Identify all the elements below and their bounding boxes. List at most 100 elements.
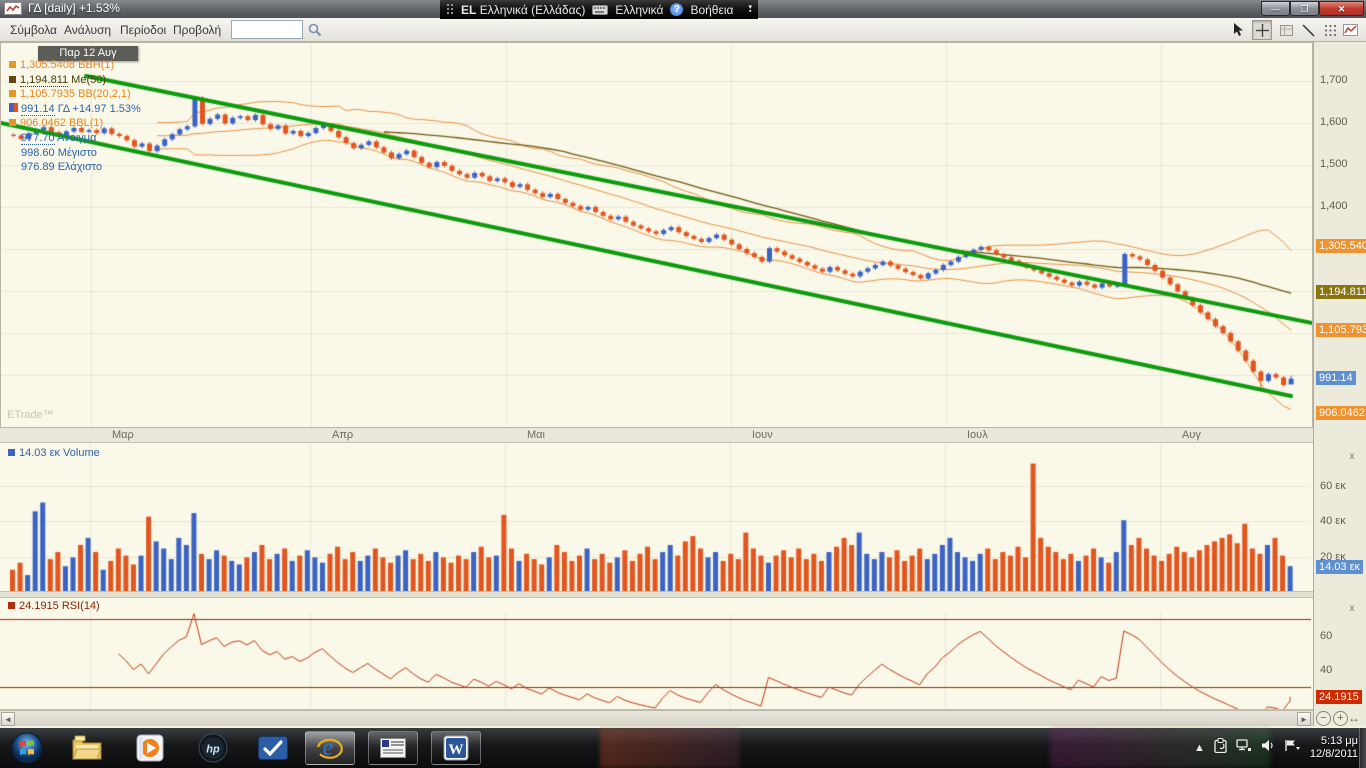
search-input[interactable]: [231, 20, 303, 39]
legend-value: 977.70: [21, 132, 55, 145]
month-label-Μαι: Μαι: [527, 429, 545, 441]
price-tick-1,500: 1,500: [1320, 158, 1348, 170]
price-badge-1: 1,305.540: [1316, 239, 1366, 253]
rsi-legend: 24.1915 RSI(14): [8, 600, 100, 612]
language-bar[interactable]: EL Ελληνικά (Ελλάδας) Ελληνικά ? Βοήθεια…: [440, 0, 758, 19]
language-flag-icon[interactable]: [1284, 739, 1301, 757]
legend-name: Me(50): [68, 74, 106, 86]
system-tray: ▲ 5:13 μμ 12/8/2011: [1194, 728, 1358, 768]
langbar-options-icon[interactable]: ▾▪: [748, 6, 752, 14]
legend-value: 991.14: [21, 103, 55, 116]
volume-pane-close-button[interactable]: x: [1346, 451, 1358, 463]
start-button[interactable]: [10, 731, 44, 765]
hp-icon[interactable]: hp: [196, 731, 230, 765]
time-axis[interactable]: ΜαρΑπρΜαιΙουνΙουλΑυγ: [0, 428, 1313, 443]
window-title: ΓΔ [daily] +1.53%: [28, 1, 120, 15]
volume-icon[interactable]: [1261, 739, 1275, 757]
menu-item-2[interactable]: Ανάλυση: [58, 21, 117, 39]
taskbar: hp e W ▲ 5:13 μμ 12/8/2011: [0, 728, 1366, 768]
wallpaper-blur: [600, 728, 740, 768]
price-badge-3: 1,105.793: [1316, 323, 1366, 337]
rsi-legend-marker: [8, 602, 15, 609]
month-label-Αυγ: Αυγ: [1182, 429, 1201, 441]
watermark: ETrade™: [7, 409, 54, 421]
legend-row-1: 1,305.5408 BBH(1): [9, 59, 114, 71]
legend-row-8: 976.89 Ελάχιστο: [9, 161, 102, 173]
media-player-icon[interactable]: [133, 731, 167, 765]
menu-bar: ΣύμβολαΑνάλυσηΠερίοδοιΠροβολή: [0, 18, 1366, 42]
legend-name: BB(20,2,1): [75, 88, 131, 100]
price-badge-4: 991.14: [1316, 371, 1356, 385]
action-center-icon[interactable]: [1214, 738, 1227, 758]
menu-item-3[interactable]: Περίοδοι: [114, 21, 172, 39]
show-desktop-button[interactable]: [1359, 728, 1366, 768]
price-chart-canvas[interactable]: [1, 43, 1312, 427]
cursor-tool-icon[interactable]: [1228, 20, 1248, 40]
hidden-icons-button[interactable]: ▲: [1194, 742, 1205, 754]
langbar-grip-handle[interactable]: [446, 3, 454, 16]
help-icon[interactable]: ?: [670, 3, 683, 16]
scroll-right-button[interactable]: ►: [1297, 712, 1311, 726]
horizontal-resize-icon[interactable]: ↔: [1346, 711, 1362, 726]
legend-name: BBL(1): [66, 117, 103, 129]
region-tool-icon[interactable]: [1276, 20, 1296, 40]
help-label[interactable]: Βοήθεια: [690, 3, 733, 17]
price-axis-column[interactable]: 1,7001,6001,5001,4001,305.5401,194.8111,…: [1313, 42, 1366, 726]
network-icon[interactable]: [1236, 739, 1252, 757]
explorer-icon[interactable]: [70, 731, 104, 765]
zoom-out-button[interactable]: −: [1316, 711, 1331, 726]
legend-marker: [9, 90, 16, 97]
legend-marker: [9, 119, 16, 126]
legend-row-7: 998.60 Μέγιστο: [9, 147, 97, 159]
month-label-Ιουν: Ιουν: [752, 429, 773, 441]
taskbar-button-document-app[interactable]: [368, 731, 418, 765]
svg-text:W: W: [449, 742, 464, 758]
trendline-tool-icon[interactable]: [1298, 20, 1318, 40]
rsi-chart-canvas[interactable]: [0, 598, 1311, 709]
volume-chart-canvas[interactable]: [0, 443, 1311, 591]
menu-item-4[interactable]: Προβολή: [167, 21, 227, 39]
svg-text:hp: hp: [206, 744, 220, 756]
grid-dots-icon[interactable]: [1320, 20, 1340, 40]
keyboard-icon[interactable]: [592, 5, 608, 15]
chart-type-icon[interactable]: [1340, 20, 1360, 40]
close-button[interactable]: ✕: [1319, 1, 1364, 16]
legend-name: Ανοιγμα: [55, 132, 97, 144]
legend-row-5: 906.0462 BBL(1): [9, 117, 103, 129]
taskbar-clock[interactable]: 5:13 μμ 12/8/2011: [1310, 735, 1358, 761]
legend-marker: [9, 76, 16, 83]
legend-value: 998.60: [21, 147, 55, 159]
check-app-icon[interactable]: [256, 731, 290, 765]
language-code[interactable]: EL Ελληνικά (Ελλάδας): [461, 3, 585, 17]
legend-name: ΓΔ +14.97 1.53%: [55, 103, 141, 115]
keyboard-layout-label[interactable]: Ελληνικά: [615, 3, 663, 17]
volume-legend: 14.03 εκ Volume: [8, 447, 100, 459]
legend-value: 1,105.7935: [20, 88, 75, 100]
window-controls: — ❐ ✕: [1261, 1, 1364, 16]
legend-row-4: 991.14 ΓΔ +14.97 1.53%: [9, 103, 141, 115]
month-label-Μαρ: Μαρ: [112, 429, 134, 441]
taskbar-button-internet-explorer[interactable]: e: [305, 731, 355, 765]
legend-value: 1,305.5408: [20, 59, 75, 71]
menu-item-1[interactable]: Σύμβολα: [4, 21, 63, 39]
candle-marker-icon: [9, 103, 18, 112]
price-pane: Παρ 12 Αυγ 1,305.5408 BBH(1)1,194.811 Me…: [0, 42, 1313, 428]
maximize-button[interactable]: ❐: [1290, 1, 1319, 16]
price-tick-1,400: 1,400: [1320, 200, 1348, 212]
legend-name: Μέγιστο: [55, 147, 97, 159]
taskbar-button-word[interactable]: W: [431, 731, 481, 765]
window-titlebar[interactable]: ΓΔ [daily] +1.53% EL Ελληνικά (Ελλάδας) …: [0, 0, 1366, 18]
search-icon[interactable]: [305, 20, 325, 40]
price-badge-2: 1,194.811: [1316, 285, 1366, 299]
horizontal-scrollbar[interactable]: ◄ ►: [0, 710, 1313, 726]
rsi-pane-close-button[interactable]: x: [1346, 603, 1358, 615]
clock-date: 12/8/2011: [1310, 748, 1358, 761]
rsi-tick-40: 40: [1320, 664, 1332, 676]
scroll-left-button[interactable]: ◄: [1, 712, 15, 726]
crosshair-tool-icon[interactable]: [1252, 20, 1272, 40]
volume-tick-60: 60 εκ: [1320, 480, 1346, 492]
month-label-Ιουλ: Ιουλ: [967, 429, 988, 441]
minimize-button[interactable]: —: [1261, 1, 1290, 16]
legend-value: 1,194.811: [20, 74, 68, 87]
app-chart-icon: [4, 2, 22, 15]
